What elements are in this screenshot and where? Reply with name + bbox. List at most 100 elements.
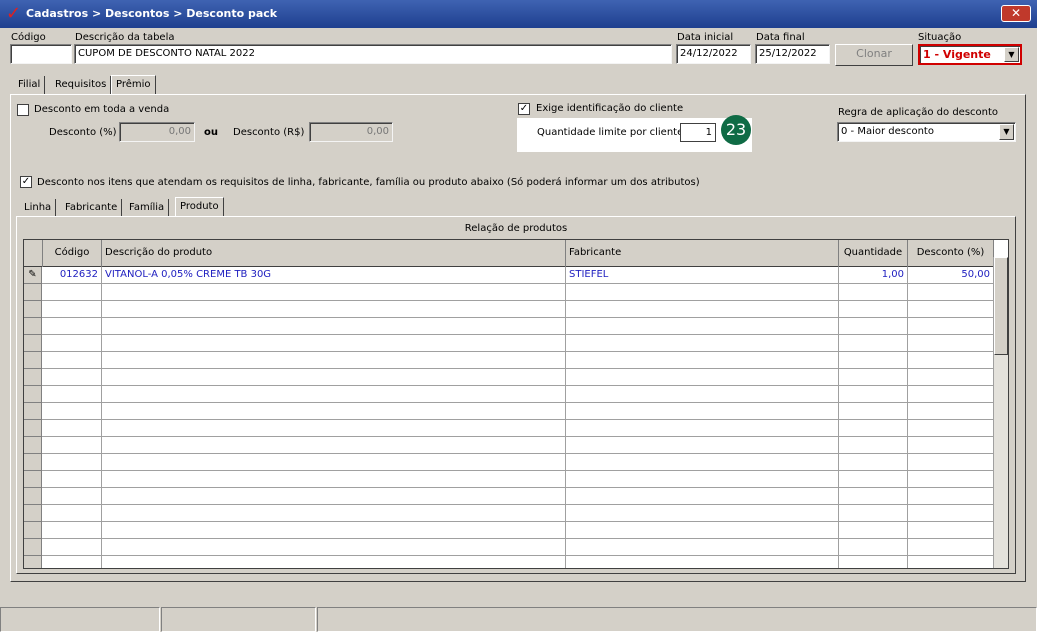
subtab-linha[interactable]: Linha xyxy=(20,199,57,217)
empty-cell[interactable] xyxy=(908,454,994,471)
empty-cell[interactable] xyxy=(839,556,908,568)
empty-cell[interactable] xyxy=(102,488,566,505)
descricao-input[interactable]: CUPOM DE DESCONTO NATAL 2022 xyxy=(74,44,672,64)
empty-cell[interactable] xyxy=(839,318,908,335)
empty-cell[interactable] xyxy=(102,403,566,420)
empty-table-row[interactable] xyxy=(24,556,994,568)
col-codigo[interactable]: Código xyxy=(43,240,102,267)
empty-table-row[interactable] xyxy=(24,505,994,522)
desconto-venda-checkbox[interactable] xyxy=(17,104,29,116)
empty-table-row[interactable] xyxy=(24,488,994,505)
desconto-pct-input[interactable]: 0,00 xyxy=(119,122,195,142)
empty-cell[interactable] xyxy=(43,556,102,568)
cell-desconto[interactable]: 50,00 xyxy=(908,267,994,284)
col-desconto[interactable]: Desconto (%) xyxy=(908,240,994,267)
empty-cell[interactable] xyxy=(839,284,908,301)
empty-cell[interactable] xyxy=(908,539,994,556)
empty-cell[interactable] xyxy=(908,386,994,403)
empty-table-row[interactable] xyxy=(24,318,994,335)
empty-cell[interactable] xyxy=(908,420,994,437)
empty-table-row[interactable] xyxy=(24,420,994,437)
cell-fabricante[interactable]: STIEFEL xyxy=(566,267,839,284)
empty-cell[interactable] xyxy=(839,471,908,488)
empty-table-row[interactable] xyxy=(24,522,994,539)
empty-cell[interactable] xyxy=(566,301,839,318)
cell-codigo[interactable]: 012632 xyxy=(43,267,102,284)
empty-cell[interactable] xyxy=(908,505,994,522)
vertical-scrollbar[interactable] xyxy=(993,257,1008,568)
empty-cell[interactable] xyxy=(566,403,839,420)
empty-table-row[interactable] xyxy=(24,369,994,386)
empty-cell[interactable] xyxy=(839,505,908,522)
empty-cell[interactable] xyxy=(566,556,839,568)
subtab-familia[interactable]: Família xyxy=(125,199,170,217)
empty-cell[interactable] xyxy=(102,284,566,301)
quantidade-input[interactable]: 1 xyxy=(680,123,716,142)
empty-cell[interactable] xyxy=(102,301,566,318)
empty-cell[interactable] xyxy=(839,301,908,318)
col-fabricante[interactable]: Fabricante xyxy=(566,240,839,267)
empty-cell[interactable] xyxy=(908,488,994,505)
col-descricao[interactable]: Descrição do produto xyxy=(102,240,566,267)
empty-cell[interactable] xyxy=(102,539,566,556)
empty-cell[interactable] xyxy=(839,403,908,420)
empty-cell[interactable] xyxy=(839,335,908,352)
empty-cell[interactable] xyxy=(43,454,102,471)
empty-cell[interactable] xyxy=(43,471,102,488)
exige-checkbox[interactable]: ✓ xyxy=(518,103,530,115)
empty-cell[interactable] xyxy=(908,352,994,369)
empty-cell[interactable] xyxy=(43,505,102,522)
empty-cell[interactable] xyxy=(566,386,839,403)
empty-cell[interactable] xyxy=(102,335,566,352)
empty-cell[interactable] xyxy=(566,437,839,454)
empty-cell[interactable] xyxy=(102,369,566,386)
scrollbar-thumb[interactable] xyxy=(994,257,1008,355)
cell-quantidade[interactable]: 1,00 xyxy=(839,267,908,284)
empty-cell[interactable] xyxy=(102,420,566,437)
empty-table-row[interactable] xyxy=(24,301,994,318)
empty-cell[interactable] xyxy=(839,539,908,556)
clonar-button[interactable]: Clonar xyxy=(835,44,913,66)
empty-cell[interactable] xyxy=(43,352,102,369)
data-inicial-input[interactable]: 24/12/2022 xyxy=(676,44,751,64)
empty-cell[interactable] xyxy=(566,488,839,505)
empty-cell[interactable] xyxy=(839,352,908,369)
empty-cell[interactable] xyxy=(566,471,839,488)
empty-cell[interactable] xyxy=(43,403,102,420)
empty-cell[interactable] xyxy=(43,386,102,403)
empty-cell[interactable] xyxy=(566,454,839,471)
subtab-produto[interactable]: Produto xyxy=(175,197,224,217)
empty-cell[interactable] xyxy=(566,505,839,522)
empty-cell[interactable] xyxy=(908,284,994,301)
tab-premio[interactable]: Prêmio xyxy=(111,75,156,95)
col-quantidade[interactable]: Quantidade xyxy=(839,240,908,267)
data-final-input[interactable]: 25/12/2022 xyxy=(755,44,830,64)
empty-cell[interactable] xyxy=(566,539,839,556)
empty-cell[interactable] xyxy=(102,454,566,471)
empty-cell[interactable] xyxy=(566,369,839,386)
empty-cell[interactable] xyxy=(908,335,994,352)
empty-cell[interactable] xyxy=(566,522,839,539)
empty-table-row[interactable] xyxy=(24,471,994,488)
empty-cell[interactable] xyxy=(43,369,102,386)
empty-table-row[interactable] xyxy=(24,539,994,556)
empty-cell[interactable] xyxy=(908,318,994,335)
empty-cell[interactable] xyxy=(102,505,566,522)
empty-cell[interactable] xyxy=(102,318,566,335)
empty-cell[interactable] xyxy=(43,284,102,301)
empty-cell[interactable] xyxy=(839,488,908,505)
empty-cell[interactable] xyxy=(102,522,566,539)
close-button[interactable]: ✕ xyxy=(1001,5,1031,22)
empty-cell[interactable] xyxy=(908,403,994,420)
empty-cell[interactable] xyxy=(102,437,566,454)
chevron-down-icon[interactable]: ▼ xyxy=(1004,47,1019,62)
situacao-select[interactable]: 1 - Vigente ▼ xyxy=(918,44,1022,65)
empty-cell[interactable] xyxy=(43,335,102,352)
empty-cell[interactable] xyxy=(102,386,566,403)
empty-cell[interactable] xyxy=(908,522,994,539)
empty-cell[interactable] xyxy=(839,420,908,437)
empty-cell[interactable] xyxy=(566,420,839,437)
tab-requisitos[interactable]: Requisitos xyxy=(51,76,112,94)
empty-table-row[interactable] xyxy=(24,335,994,352)
empty-cell[interactable] xyxy=(908,437,994,454)
